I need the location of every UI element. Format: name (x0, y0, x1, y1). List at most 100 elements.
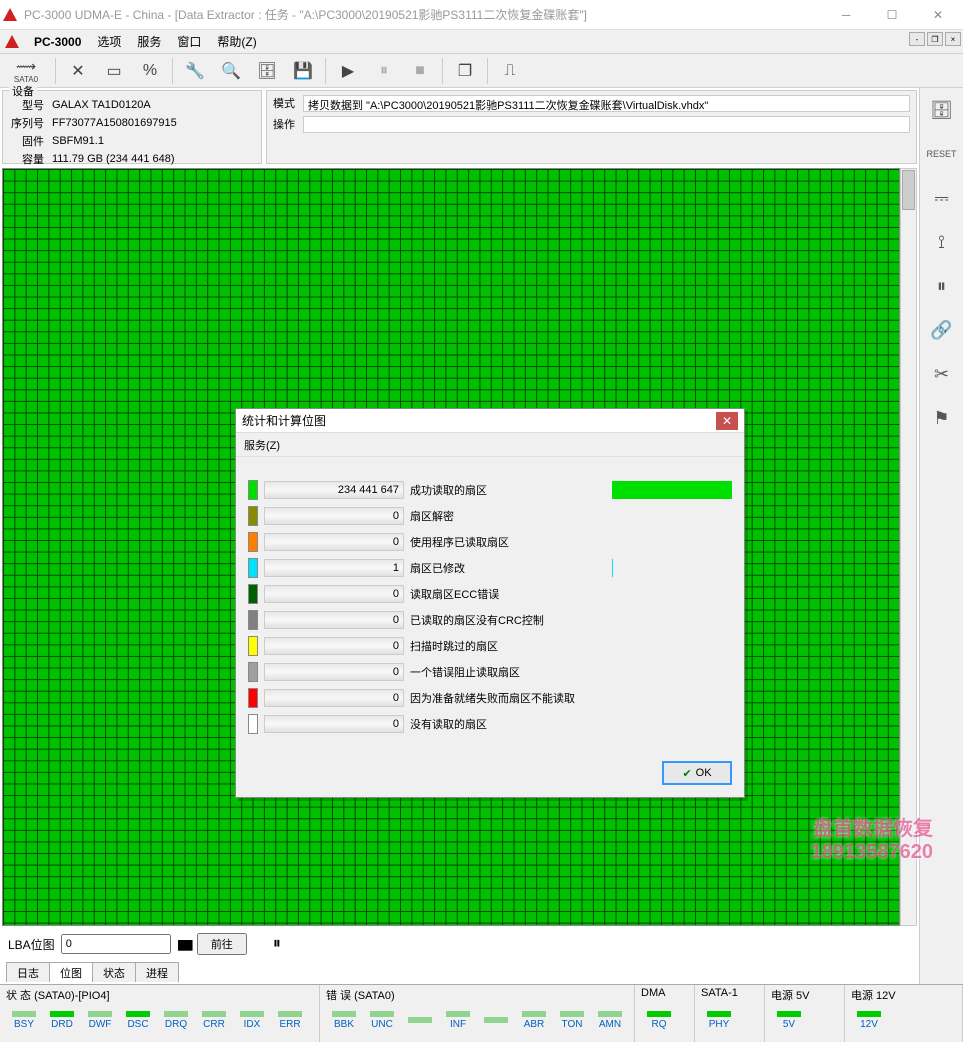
stat-row: 0 扇区解密 (248, 503, 732, 529)
maximize-button[interactable]: ☐ (869, 1, 915, 29)
led-dwf: DWF (82, 1011, 118, 1030)
stat-swatch (248, 714, 258, 734)
stat-swatch (248, 688, 258, 708)
lba-input[interactable] (61, 934, 171, 954)
mdi-minimize[interactable]: - (909, 32, 925, 46)
menu-options[interactable]: 选项 (89, 31, 129, 52)
window-title: PC-3000 UDMA-E - China - [Data Extractor… (24, 6, 823, 23)
led- (478, 1017, 514, 1025)
clip-icon[interactable]: ✂ (926, 358, 958, 390)
stat-count: 1 (264, 559, 404, 577)
percent-icon[interactable]: % (133, 56, 167, 86)
lba-pause-icon[interactable]: ⏸ (273, 935, 281, 953)
led-crr: CRR (196, 1011, 232, 1030)
stat-swatch (248, 610, 258, 630)
stat-label: 已读取的扇区没有CRC控制 (410, 612, 544, 628)
stat-percent-bar (612, 507, 732, 525)
stat-percent-bar (612, 481, 732, 499)
plug-icon[interactable]: ⎓ (926, 182, 958, 214)
led-amn: AMN (592, 1011, 628, 1030)
led- (402, 1017, 438, 1025)
stat-label: 读取扇区ECC错误 (410, 586, 499, 602)
stat-row: 0 扫描时跳过的扇区 (248, 633, 732, 659)
stat-row: 0 因为准备就绪失败而扇区不能读取 (248, 685, 732, 711)
ok-button[interactable]: ✔OK (662, 761, 732, 785)
tab-process[interactable]: 进程 (135, 962, 179, 982)
toolbar-separator (487, 58, 488, 84)
bottom-tabs: 日志 位图 状态 进程 (0, 960, 919, 984)
title-bar: PC-3000 UDMA-E - China - [Data Extractor… (0, 0, 963, 30)
status-group-2-title: 错 误 (SATA0) (326, 987, 628, 1001)
stat-swatch (248, 480, 258, 500)
stat-count: 0 (264, 533, 404, 551)
lba-bars-icon[interactable]: ▮▮▮ (177, 936, 191, 953)
flag-icon[interactable]: ⚑ (926, 402, 958, 434)
led-bsy: BSY (6, 1011, 42, 1030)
menu-services[interactable]: 服务 (129, 31, 169, 52)
stat-label: 扇区解密 (410, 508, 454, 524)
stat-row: 0 已读取的扇区没有CRC控制 (248, 607, 732, 633)
pause-icon[interactable]: ⏸ (367, 56, 401, 86)
stat-swatch (248, 636, 258, 656)
app-small-icon (4, 34, 20, 50)
stat-count: 0 (264, 637, 404, 655)
led-inf: INF (440, 1011, 476, 1030)
device-panel: 设备 型号GALAX TA1D0120A 序列号FF73077A15080169… (2, 90, 262, 164)
stat-percent-bar (612, 533, 732, 551)
tab-log[interactable]: 日志 (6, 962, 50, 982)
stat-label: 成功读取的扇区 (410, 482, 487, 498)
play-icon[interactable]: ▶ (331, 56, 365, 86)
wrench-icon[interactable]: 🔧 (178, 56, 212, 86)
settings-icon[interactable]: ⎍ (493, 56, 527, 86)
stat-swatch (248, 506, 258, 526)
lba-label: LBA位图 (8, 936, 55, 953)
sata-button[interactable]: ⟿SATA0 (2, 56, 50, 86)
dialog-menu[interactable]: 服务(Z) (236, 433, 744, 457)
led-5v: 5V (771, 1011, 807, 1030)
disk-icon[interactable]: 💾 (286, 56, 320, 86)
stat-count: 0 (264, 689, 404, 707)
watermark: 盘首数据恢复 18913587620 (811, 812, 933, 864)
chip-icon[interactable]: ▭ (97, 56, 131, 86)
goto-button[interactable]: 前往 (197, 933, 247, 955)
close-button[interactable]: ✕ (915, 1, 961, 29)
cylinder-icon[interactable]: 🗄 (926, 94, 958, 126)
stat-swatch (248, 662, 258, 682)
stat-percent-bar (612, 637, 732, 655)
stat-label: 扫描时跳过的扇区 (410, 638, 498, 654)
stop-icon[interactable]: ■ (403, 56, 437, 86)
reset-icon[interactable]: RESET (926, 138, 958, 170)
stat-row: 0 读取扇区ECC错误 (248, 581, 732, 607)
vbar-pause-icon[interactable]: ⏸ (926, 270, 958, 302)
device-fw-row: 固件SBFM91.1 (11, 133, 177, 149)
op-value (303, 116, 910, 133)
status-group-6-title: 电源 12V (851, 987, 956, 1001)
minimize-button[interactable]: ─ (823, 1, 869, 29)
tools-icon[interactable]: ✕ (61, 56, 95, 86)
menu-window[interactable]: 窗口 (169, 31, 209, 52)
mdi-close[interactable]: × (945, 32, 961, 46)
mdi-restore[interactable]: ❐ (927, 32, 943, 46)
stat-swatch (248, 584, 258, 604)
toolbar: ⟿SATA0 ✕ ▭ % 🔧 🔍 🗄 💾 ▶ ⏸ ■ ❐ ⎍ (0, 54, 963, 88)
tab-status[interactable]: 状态 (92, 962, 136, 982)
tab-bitmap[interactable]: 位图 (49, 962, 93, 982)
link-icon[interactable]: 🔗 (926, 314, 958, 346)
dialog-close-button[interactable]: ✕ (716, 412, 738, 430)
database-icon[interactable]: 🗄 (250, 56, 284, 86)
led-drd: DRD (44, 1011, 80, 1030)
stat-percent-bar (612, 611, 732, 629)
copy-icon[interactable]: ❐ (448, 56, 482, 86)
stat-percent-bar (612, 715, 732, 733)
menu-app-label[interactable]: PC-3000 (26, 33, 89, 51)
stat-label: 扇区已修改 (410, 560, 465, 576)
stat-count: 0 (264, 507, 404, 525)
device-capacity-row: 容量111.79 GB (234 441 648) (11, 151, 177, 167)
head-icon[interactable]: ⟟ (926, 226, 958, 258)
stat-count: 0 (264, 585, 404, 603)
dialog-title: 统计和计算位图 (242, 412, 716, 429)
menu-help[interactable]: 帮助(Z) (209, 31, 264, 52)
stat-percent-bar (612, 559, 732, 577)
binoculars-icon[interactable]: 🔍 (214, 56, 248, 86)
menu-bar: PC-3000 选项 服务 窗口 帮助(Z) - ❐ × (0, 30, 963, 54)
